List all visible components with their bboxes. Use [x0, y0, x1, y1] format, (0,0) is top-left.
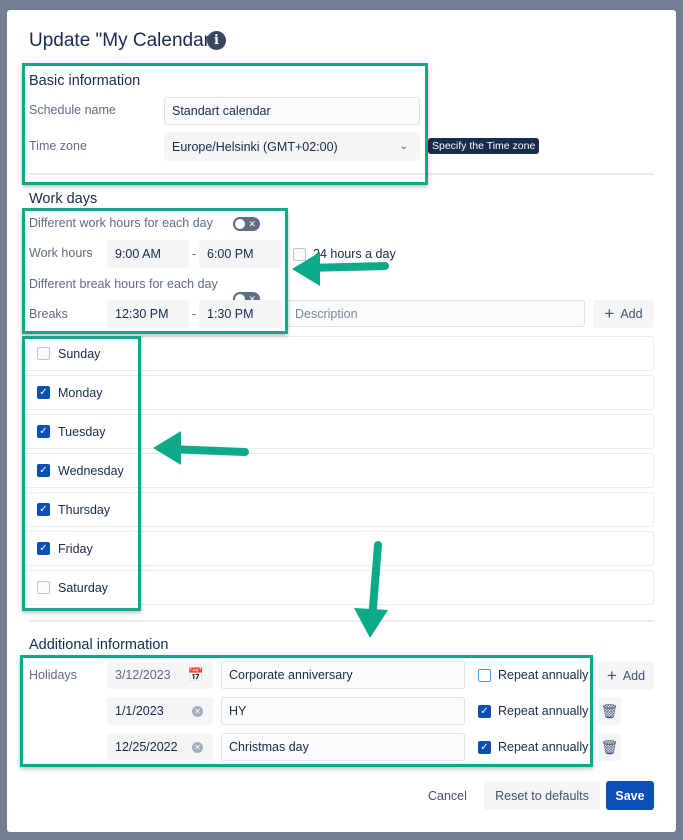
arrow-holidays [368, 541, 382, 624]
arrow-hours-head [292, 252, 320, 286]
annotation-arrows [153, 252, 389, 638]
arrow-days-head [153, 431, 181, 465]
arrow-holidays-head [354, 608, 388, 638]
